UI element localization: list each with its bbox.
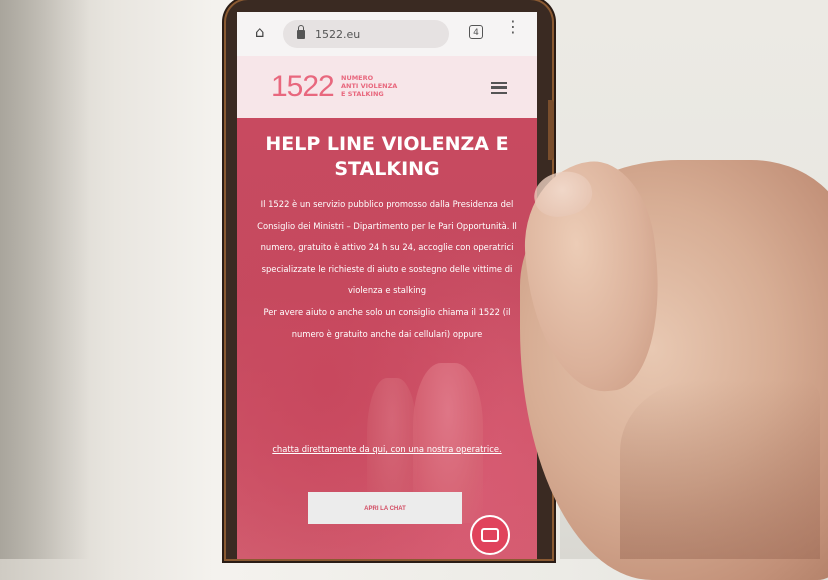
hero-description: Il 1522 è un servizio pubblico promosso … — [253, 194, 521, 345]
hero-title-line: HELP LINE VIOLENZA E — [265, 133, 509, 155]
hand-shadow — [620, 380, 820, 559]
kebab-menu-icon[interactable]: ⋮ — [505, 19, 521, 42]
wall-shadow — [0, 0, 90, 559]
hero-section: HELP LINE VIOLENZA E STALKING Il 1522 è … — [237, 118, 537, 559]
tabs-icon[interactable]: 4 — [469, 25, 483, 39]
phone-screen: ⌂ 1522.eu 4 ⋮ 1522 NUMERO ANTI VIOLENZA … — [237, 12, 537, 559]
hero-title-line: STALKING — [334, 158, 440, 180]
site-header: 1522 NUMERO ANTI VIOLENZA E STALKING — [237, 56, 537, 118]
hero-paragraph: Per avere aiuto o anche solo un consigli… — [263, 306, 511, 339]
chat-link[interactable]: chatta direttamente da qui, con una nost… — [267, 439, 507, 460]
logo-line: NUMERO — [341, 74, 374, 82]
logo-line: ANTI VIOLENZA — [341, 82, 398, 90]
hamburger-menu-icon[interactable] — [491, 82, 507, 94]
browser-toolbar: ⌂ 1522.eu 4 ⋮ — [237, 12, 537, 56]
chat-icon — [481, 528, 499, 542]
open-chat-button[interactable]: APRI LA CHAT — [308, 492, 462, 524]
hero-title: HELP LINE VIOLENZA E STALKING — [247, 132, 527, 182]
home-icon[interactable]: ⌂ — [255, 25, 269, 40]
phone-side-button — [548, 100, 554, 160]
hero-paragraph: Il 1522 è un servizio pubblico promosso … — [257, 199, 517, 296]
logo-tagline: NUMERO ANTI VIOLENZA E STALKING — [341, 74, 411, 98]
lock-icon — [297, 24, 305, 39]
logo-number[interactable]: 1522 — [271, 70, 335, 104]
address-bar[interactable]: 1522.eu — [283, 20, 449, 48]
url-text: 1522.eu — [315, 27, 361, 41]
logo-line: E STALKING — [341, 90, 384, 98]
chat-fab-button[interactable] — [470, 515, 510, 555]
